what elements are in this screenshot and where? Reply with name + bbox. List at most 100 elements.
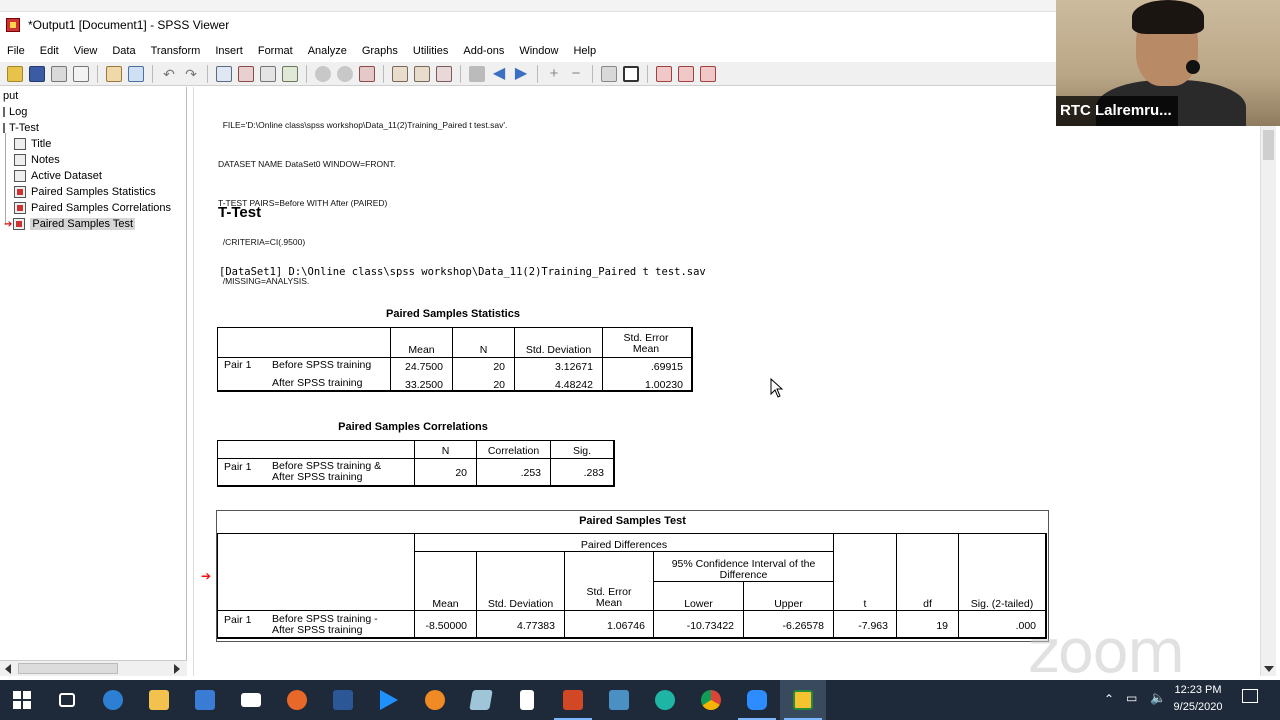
taskbar-vlc[interactable]: [412, 680, 458, 720]
test-header-mean: Mean: [432, 598, 459, 610]
outline-item-notes[interactable]: Notes: [14, 154, 60, 166]
save-icon[interactable]: [29, 65, 45, 82]
tray-chevron-icon[interactable]: ⌃: [1104, 692, 1114, 706]
taskbar-mail[interactable]: [228, 680, 274, 720]
taskbar-edge[interactable]: [90, 680, 136, 720]
arrow-right-icon[interactable]: ▶: [513, 65, 529, 82]
expand-icon[interactable]: +: [546, 65, 562, 82]
taskbar-media-player[interactable]: [366, 680, 412, 720]
hide-icon[interactable]: [623, 65, 639, 82]
network-icon[interactable]: ▭: [1126, 691, 1137, 705]
show-all-icon[interactable]: [414, 65, 430, 82]
scroll-left-icon[interactable]: [5, 664, 11, 674]
outline-item-active-dataset[interactable]: Active Dataset: [14, 170, 102, 182]
test-header-upper: Upper: [774, 598, 803, 610]
syntax-line: DATASET NAME DataSet0 WINDOW=FRONT.: [218, 159, 396, 169]
menu-help[interactable]: Help: [566, 45, 604, 57]
taskbar-word[interactable]: [320, 680, 366, 720]
taskbar-photos[interactable]: [596, 680, 642, 720]
print-icon[interactable]: [51, 65, 67, 82]
syntax-line: /CRITERIA=CI(.9500): [218, 237, 306, 247]
split-file-icon[interactable]: [282, 65, 298, 82]
outline-label: Paired Samples Statistics: [31, 186, 156, 198]
taskbar-notes[interactable]: [458, 680, 504, 720]
cell-mean: -8.50000: [425, 620, 467, 632]
outline-item-t-test[interactable]: T-Test: [3, 122, 39, 134]
scrollbar-thumb[interactable]: [18, 663, 118, 674]
scroll-right-icon[interactable]: [174, 664, 180, 674]
designate-window-icon[interactable]: [436, 65, 452, 82]
stats-header-mean: Mean: [408, 344, 435, 356]
insert-text-icon[interactable]: [700, 65, 716, 82]
recall-dialog-icon[interactable]: [128, 65, 144, 82]
taskbar-file-explorer[interactable]: [136, 680, 182, 720]
select-cases-icon[interactable]: [337, 65, 353, 82]
volume-icon[interactable]: 🔈: [1150, 690, 1166, 706]
menu-insert[interactable]: Insert: [208, 45, 251, 57]
show-icon[interactable]: [601, 65, 617, 82]
use-sets-icon[interactable]: [392, 65, 408, 82]
insert-heading-icon[interactable]: [656, 65, 672, 82]
scrollbar-thumb[interactable]: [1263, 130, 1274, 160]
cell-mean: 24.7500: [405, 361, 443, 373]
outline-horizontal-scrollbar[interactable]: [0, 660, 187, 676]
open-icon[interactable]: [7, 65, 23, 82]
notes-app-icon: [469, 690, 493, 710]
print-preview-icon[interactable]: [73, 65, 89, 82]
insert-icon[interactable]: [469, 65, 485, 82]
taskbar-notepad[interactable]: [504, 680, 550, 720]
outline-item-paired-samples-statistics[interactable]: Paired Samples Statistics: [14, 186, 156, 198]
menu-add-ons[interactable]: Add-ons: [456, 45, 512, 57]
taskbar-powerpoint[interactable]: [550, 680, 596, 720]
syntax-log: FILE='D:\Online class\spss workshop\Data…: [218, 93, 507, 314]
clock-date[interactable]: 9/25/2020: [1170, 701, 1226, 713]
toolbar-separator: [306, 64, 307, 83]
clock-time[interactable]: 12:23 PM: [1172, 684, 1224, 696]
goto-case-icon[interactable]: [238, 65, 254, 82]
redo-icon[interactable]: ↷: [183, 66, 199, 82]
outline-item-log[interactable]: Log: [3, 106, 27, 118]
insert-title-icon[interactable]: [678, 65, 694, 82]
goto-data-icon[interactable]: [216, 65, 232, 82]
menu-window[interactable]: Window: [512, 45, 566, 57]
export-icon[interactable]: [106, 65, 122, 82]
menu-format[interactable]: Format: [251, 45, 301, 57]
notifications-icon[interactable]: [1242, 689, 1258, 703]
arrow-left-icon[interactable]: ◀: [491, 65, 507, 82]
task-view-button[interactable]: [44, 680, 90, 720]
table-icon: [14, 202, 26, 214]
scroll-down-icon[interactable]: [1264, 666, 1274, 672]
participant-hair: [1132, 0, 1204, 34]
menu-transform[interactable]: Transform: [144, 45, 209, 57]
cell-sem: .69915: [650, 361, 683, 373]
undo-icon[interactable]: ↶: [161, 66, 177, 82]
corr-table: N Correlation Sig. Pair 1 Before SPSS tr…: [217, 440, 615, 487]
start-button[interactable]: [0, 680, 44, 720]
taskbar-spss[interactable]: [780, 680, 826, 720]
cell-sd: 4.48242: [555, 379, 593, 391]
outline-item-title[interactable]: Title: [14, 138, 51, 150]
weight-cases-icon[interactable]: [315, 65, 331, 82]
dataset-line: [DataSet1] D:\Online class\spss workshop…: [219, 266, 706, 278]
menu-edit[interactable]: Edit: [33, 45, 67, 57]
menu-file[interactable]: File: [0, 45, 33, 57]
toolbar-separator: [537, 64, 538, 83]
content-vertical-scrollbar[interactable]: [1260, 126, 1276, 676]
variables-icon[interactable]: [260, 65, 276, 82]
taskbar-app[interactable]: [642, 680, 688, 720]
taskbar-firefox[interactable]: [274, 680, 320, 720]
menu-graphs[interactable]: Graphs: [355, 45, 406, 57]
taskbar-chrome[interactable]: [688, 680, 734, 720]
outline-item-output[interactable]: put: [3, 90, 18, 102]
menu-view[interactable]: View: [67, 45, 106, 57]
collapse-icon[interactable]: −: [568, 65, 584, 82]
value-labels-icon[interactable]: [359, 65, 375, 82]
outline-item-paired-samples-correlations[interactable]: Paired Samples Correlations: [14, 202, 171, 214]
outline-item-paired-samples-test[interactable]: ➔ Paired Samples Test: [4, 218, 136, 230]
menu-analyze[interactable]: Analyze: [301, 45, 355, 57]
taskbar-store[interactable]: [182, 680, 228, 720]
menu-data[interactable]: Data: [105, 45, 143, 57]
menu-utilities[interactable]: Utilities: [406, 45, 456, 57]
taskbar-zoom[interactable]: [734, 680, 780, 720]
outline-label: Title: [31, 138, 52, 150]
